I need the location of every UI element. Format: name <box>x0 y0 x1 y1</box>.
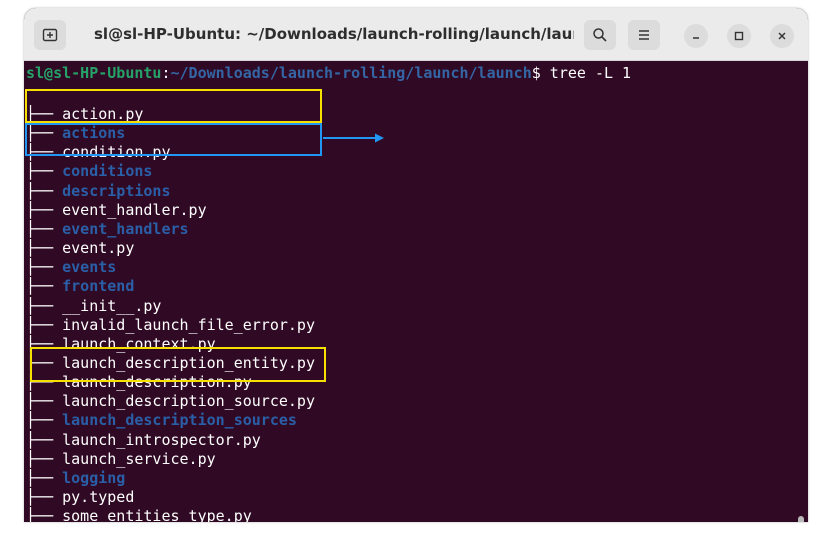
highlight-box-launch-description-entity <box>30 347 326 382</box>
tree-entry-file: launch_service.py <box>62 449 216 468</box>
window-title: sl@sl-HP-Ubuntu: ~/Downloads/launch-roll… <box>94 25 574 43</box>
search-icon <box>593 28 607 42</box>
tree-entry: ├── launch_description_sources <box>26 411 297 430</box>
minimize-button[interactable] <box>684 24 708 48</box>
tree-entry-file: some_entities_type.py <box>62 507 252 522</box>
tree-entry-file: launch_description_source.py <box>62 392 315 411</box>
maximize-button[interactable] <box>727 24 751 48</box>
tree-branch: ├── <box>26 219 63 238</box>
search-button[interactable] <box>584 20 616 50</box>
command-text: tree -L 1 <box>549 64 632 82</box>
tree-entry-directory: descriptions <box>62 181 171 200</box>
tree-entry-file: invalid_launch_file_error.py <box>62 315 315 334</box>
tree-entry: ├── descriptions <box>26 182 171 201</box>
tree-entry-file: event_handler.py <box>62 200 207 219</box>
tree-branch: ├── <box>26 392 63 411</box>
tree-entry: ├── launch_introspector.py <box>26 431 261 450</box>
tree-entry-directory: event_handlers <box>62 219 189 238</box>
tree-entry: ├── launch_service.py <box>26 450 216 469</box>
tree-branch: ├── <box>26 411 63 430</box>
tree-entry: ├── __init__.py <box>26 297 161 316</box>
tree-entry-directory: conditions <box>62 162 153 181</box>
titlebar: sl@sl-HP-Ubuntu: ~/Downloads/launch-roll… <box>24 8 808 61</box>
tree-entry: ├── event_handler.py <box>26 201 207 220</box>
tree-branch: ├── <box>26 277 63 296</box>
tree-entry-directory: launch_description_sources <box>62 411 297 430</box>
tree-entry-file: __init__.py <box>62 296 162 315</box>
prompt-user-host: sl@sl-HP-Ubuntu <box>26 64 162 82</box>
tree-entry: ├── launch_description_source.py <box>26 392 315 411</box>
tree-entry-file: py.typed <box>62 488 135 506</box>
tree-entry: ├── invalid_launch_file_error.py <box>26 316 315 335</box>
tree-branch: ├── <box>26 296 63 315</box>
prompt-dollar: $ <box>531 64 550 82</box>
tree-branch: ├── <box>26 507 63 522</box>
hamburger-menu-icon <box>639 30 649 40</box>
tree-branch: ├── <box>26 315 63 334</box>
tree-entry: ├── event.py <box>26 239 134 258</box>
tree-entry-directory: frontend <box>62 277 135 296</box>
scrollbar[interactable] <box>798 516 804 522</box>
maximize-icon <box>734 31 744 41</box>
tree-branch: ├── <box>26 488 63 506</box>
tree-branch: ├── <box>26 430 63 449</box>
arrow-icon <box>323 133 384 143</box>
prompt-path: ~/Downloads/launch-rolling/launch/launch <box>170 64 532 82</box>
tree-branch: ├── <box>26 468 63 487</box>
tree-branch: ├── <box>26 200 63 219</box>
menu-button[interactable] <box>628 20 660 50</box>
highlight-box-actions-condition <box>25 123 322 156</box>
tree-branch: ├── <box>26 258 63 277</box>
tree-entry: ├── events <box>26 258 116 277</box>
prompt-colon: : <box>161 64 171 82</box>
tree-branch: ├── <box>26 181 63 200</box>
tree-entry-directory: events <box>62 258 117 277</box>
tree-entry-directory: logging <box>62 468 126 487</box>
tree-branch: ├── <box>26 239 63 258</box>
highlight-box-action-py <box>25 89 322 123</box>
tree-entry-file: launch_introspector.py <box>62 430 261 449</box>
tree-entry: ├── logging <box>26 469 125 488</box>
tree-entry: ├── py.typed <box>26 488 134 507</box>
new-tab-button[interactable] <box>34 20 66 50</box>
minimize-icon <box>693 37 699 39</box>
terminal-window: sl@sl-HP-Ubuntu: ~/Downloads/launch-roll… <box>24 8 808 522</box>
tree-branch: ├── <box>26 449 63 468</box>
tree-entry-file: event.py <box>62 239 135 258</box>
close-button[interactable] <box>770 24 794 48</box>
tree-entry: ├── conditions <box>26 162 152 181</box>
tree-branch: ├── <box>26 162 63 181</box>
new-tab-icon <box>42 28 58 42</box>
tree-entry: ├── some_entities_type.py <box>26 507 252 522</box>
close-icon <box>778 32 786 40</box>
tree-entry: ├── frontend <box>26 277 134 296</box>
prompt-line: sl@sl-HP-Ubuntu:~/Downloads/launch-rolli… <box>26 64 631 83</box>
tree-entry: ├── event_handlers <box>26 220 189 239</box>
